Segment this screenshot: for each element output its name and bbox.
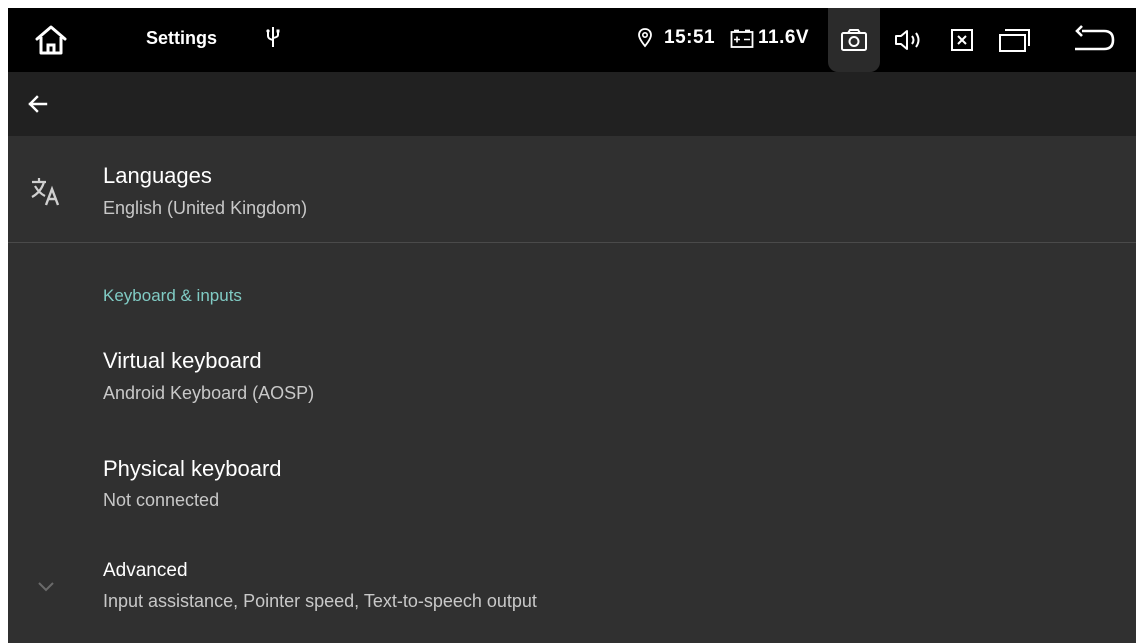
back-arrow-icon[interactable] — [1070, 23, 1118, 57]
app-bar — [8, 72, 1136, 136]
location-icon — [638, 28, 652, 48]
languages-summary: English (United Kingdom) — [103, 198, 308, 218]
clock-time: 15:51 — [664, 27, 716, 48]
close-box-icon[interactable] — [944, 25, 980, 55]
home-icon[interactable] — [28, 20, 74, 60]
languages-title: Languages — [103, 163, 212, 188]
voltage-readout: 11.6V — [758, 27, 810, 48]
advanced-summary: Input assistance, Pointer speed, Text-to… — [103, 591, 537, 611]
physical-keyboard-title: Physical keyboard — [103, 456, 282, 481]
divider — [8, 242, 1136, 243]
usb-icon — [266, 26, 280, 48]
advanced-item[interactable]: Advanced Input assistance, Pointer speed… — [8, 542, 1136, 632]
recents-icon[interactable] — [994, 25, 1036, 55]
translate-icon — [26, 171, 66, 211]
settings-list: Languages English (United Kingdom) Keybo… — [8, 136, 1136, 643]
camera-icon[interactable] — [836, 25, 872, 55]
volume-icon[interactable] — [890, 25, 926, 55]
screen: Settings 15:51 11.6V Languages English (… — [8, 8, 1136, 643]
virtual-keyboard-title: Virtual keyboard — [103, 348, 262, 373]
virtual-keyboard-item[interactable]: Virtual keyboard Android Keyboard (AOSP) — [8, 326, 1136, 426]
advanced-title: Advanced — [103, 560, 188, 581]
physical-keyboard-summary: Not connected — [103, 490, 220, 510]
battery-icon — [730, 29, 754, 49]
arrow-back-icon[interactable] — [22, 88, 54, 120]
status-bar-title: Settings — [146, 28, 218, 48]
keyboard-inputs-header: Keyboard & inputs — [103, 286, 242, 305]
virtual-keyboard-summary: Android Keyboard (AOSP) — [103, 383, 315, 403]
chevron-down-icon — [26, 566, 66, 606]
physical-keyboard-item[interactable]: Physical keyboard Not connected — [8, 434, 1136, 534]
languages-item[interactable]: Languages English (United Kingdom) — [8, 136, 1136, 242]
status-bar: Settings 15:51 11.6V — [8, 8, 1136, 72]
